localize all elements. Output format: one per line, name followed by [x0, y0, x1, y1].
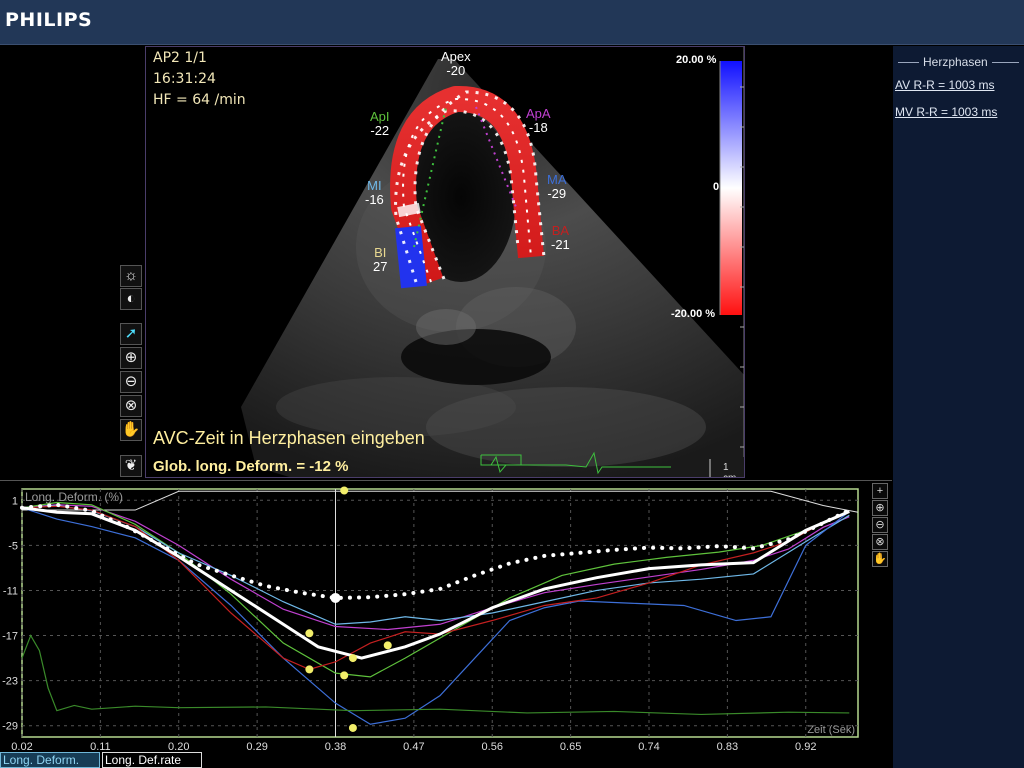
heart-phases-title: Herzphasen — [919, 55, 992, 69]
brightness-icon[interactable]: ☼ — [120, 265, 142, 287]
peak-marker-4 — [383, 641, 392, 650]
peak-marker-5 — [348, 723, 357, 732]
peak-marker-6 — [340, 486, 349, 495]
y-tick-label: -5 — [8, 540, 18, 552]
x-tick-label: 0.83 — [717, 741, 738, 753]
av-rr-link[interactable]: AV R-R = 1003 ms — [895, 78, 994, 92]
lung-icon[interactable]: ❦ — [120, 455, 142, 477]
plot-frame — [21, 488, 859, 738]
peak-marker-1 — [305, 665, 314, 674]
zoom-in-icon[interactable]: ⊕ — [120, 347, 142, 369]
segment-label-api: ApI -22 — [370, 109, 390, 138]
ultrasound-viewport[interactable]: AP2 1/1 16:31:24 HF = 64 /min Apex -20 Ap… — [145, 46, 745, 478]
y-tick-label: 1 — [12, 495, 18, 507]
x-tick-label: 0.47 — [403, 741, 424, 753]
y-tick-label: -11 — [3, 585, 18, 597]
segment-label-mi: MI -16 — [365, 178, 384, 207]
y-tick-label: -29 — [2, 721, 18, 733]
heart-phases-group: Herzphasen — [893, 55, 1024, 69]
pan-hand-icon[interactable]: ✋ — [120, 419, 142, 441]
chart-zoom-out-icon[interactable]: ⊖ — [872, 517, 888, 533]
y-tick-label: -17 — [2, 631, 18, 643]
segment-label-ma: MA -29 — [547, 172, 567, 201]
contrast-icon[interactable]: ◐ — [120, 288, 142, 310]
colorbar-max-label: 20.00 % — [676, 54, 717, 66]
x-tick-label: 0.29 — [246, 741, 267, 753]
brand-logo: PHILIPS — [5, 9, 93, 31]
tab-long-deform[interactable]: Long. Deform. — [0, 752, 100, 768]
scale-bar-label: 1 cm — [723, 462, 736, 477]
x-tick-label: 0.74 — [638, 741, 659, 753]
tab-long-def-rate[interactable]: Long. Def.rate — [102, 752, 202, 768]
segment-label-apex: Apex -20 — [441, 49, 471, 78]
segment-label-apa: ApA -18 — [526, 106, 551, 135]
segment-label-ba: BA -21 — [551, 223, 570, 252]
strain-chart[interactable]: 1 -5 -11 -17 -23 -29 0.02 0.11 0.20 0.29 0.38 0.47 0… — [0, 480, 892, 768]
ultrasound-image — [241, 47, 744, 477]
y-axis-label: Long. Deform. (%) — [25, 490, 123, 504]
acquisition-time: 16:31:24 — [153, 71, 216, 87]
x-tick-label: 0.65 — [560, 741, 581, 753]
x-tick-label: 0.56 — [482, 741, 503, 753]
view-label: AP2 1/1 — [153, 50, 207, 66]
strain-colorbar — [720, 61, 742, 315]
zoom-reset-icon[interactable]: ⊗ — [120, 395, 142, 417]
x-axis-label: Zeit (Sek) — [807, 724, 855, 736]
segment-label-bi: BI 27 — [373, 245, 388, 274]
mv-rr-link[interactable]: MV R-R = 1003 ms — [895, 105, 997, 119]
peak-marker-0 — [305, 629, 314, 638]
pointer-icon[interactable]: ➚ — [120, 323, 142, 345]
chart-pan-hand-icon[interactable]: ✋ — [872, 551, 888, 567]
strain-chart-plot: 1-5-11-17-23-290.02 0.11 0.20 0.29 0.38 0.47 0… — [2, 486, 859, 753]
chart-zoom-in-icon[interactable]: ⊕ — [872, 500, 888, 516]
x-tick-label: 0.38 — [325, 741, 346, 753]
global-strain-readout: Glob. long. Deform. = -12 % — [153, 458, 349, 475]
peak-marker-2 — [340, 671, 349, 680]
app-header: PHILIPS — [0, 0, 1024, 45]
chart-plus-icon[interactable]: + — [872, 483, 888, 499]
heart-rate-label: HF = 64 /min — [153, 92, 246, 108]
avc-prompt-message: AVC-Zeit in Herzphasen eingeben — [153, 428, 425, 448]
right-panel: Herzphasen AV R-R = 1003 ms MV R-R = 100… — [893, 46, 1024, 768]
zoom-out-icon[interactable]: ⊖ — [120, 371, 142, 393]
colorbar-zero-label: 0 — [713, 181, 720, 193]
chart-zoom-reset-icon[interactable]: ⊗ — [872, 534, 888, 550]
y-tick-label: -23 — [2, 676, 18, 688]
colorbar-min-label: -20.00 % — [671, 308, 716, 320]
dotted-curve-marker — [330, 592, 341, 603]
x-tick-label: 0.92 — [795, 741, 816, 753]
peak-marker-3 — [348, 654, 357, 663]
